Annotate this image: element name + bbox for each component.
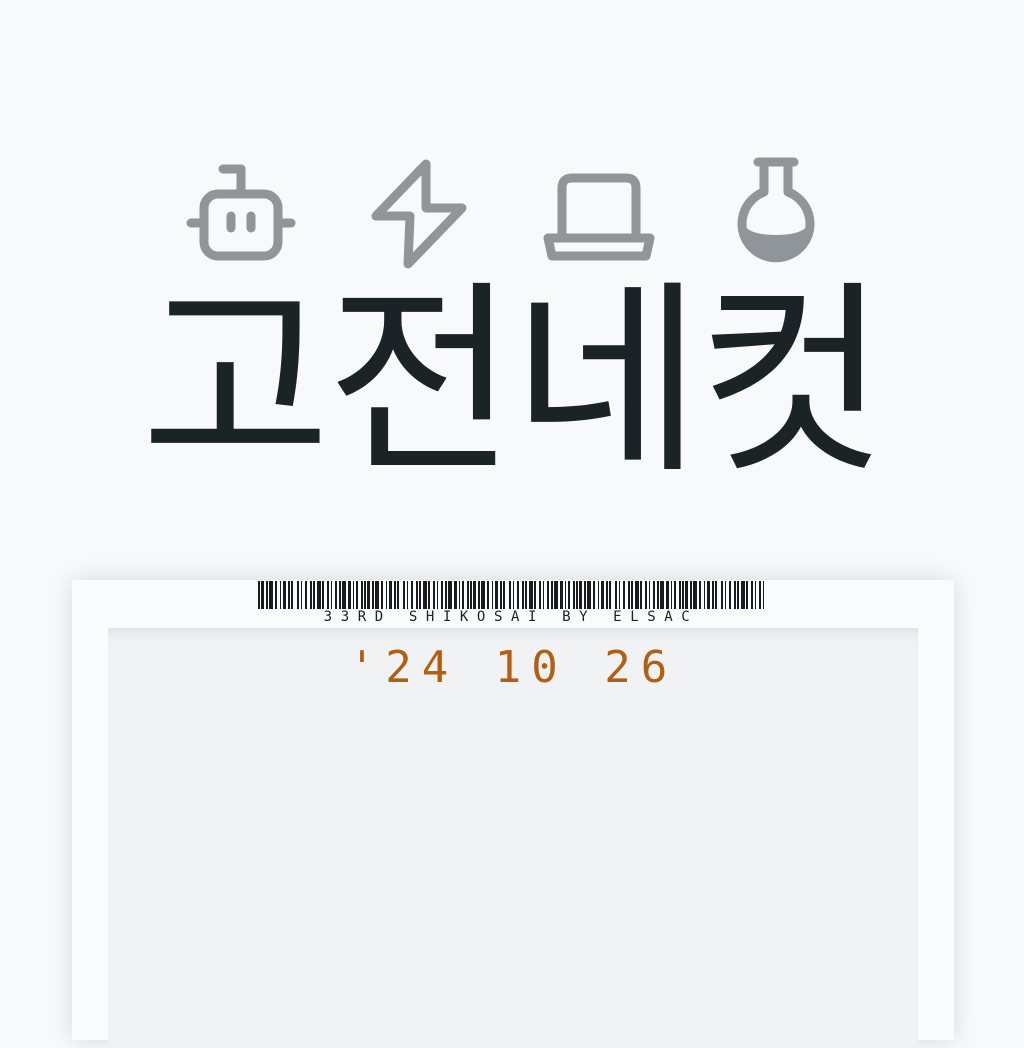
flask-icon bbox=[711, 150, 841, 280]
lightning-icon bbox=[354, 150, 484, 280]
icon-row bbox=[0, 150, 1024, 280]
laptop-icon bbox=[534, 150, 664, 280]
date-text: '24 10 26 bbox=[349, 642, 677, 693]
photo-ticket-card: 33RD SHIKOSAI BY ELSAC '24 10 26 bbox=[72, 580, 954, 1048]
ticket-caption: 33RD SHIKOSAI BY ELSAC bbox=[323, 609, 699, 625]
photo-frame: '24 10 26 bbox=[108, 628, 918, 1048]
robot-icon bbox=[176, 150, 306, 280]
page-title: 고전네컷 bbox=[140, 262, 887, 502]
barcode bbox=[258, 581, 764, 609]
date-stamp: '24 10 26 bbox=[108, 642, 918, 702]
